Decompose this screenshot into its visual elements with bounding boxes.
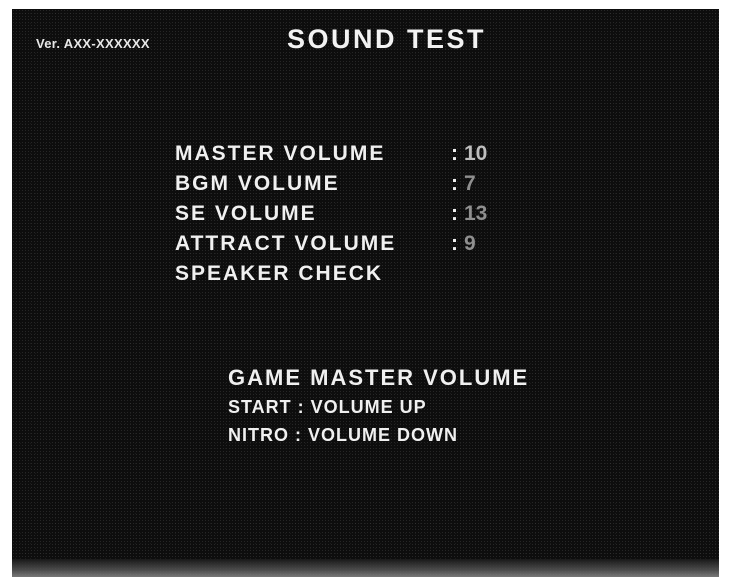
page-title: SOUND TEST: [287, 24, 487, 54]
menu-item-separator: :: [451, 142, 460, 165]
help-volume-up: START : VOLUME UP: [228, 397, 427, 417]
sound-test-screen: Ver. AXX-XXXXXX SOUND TEST MASTER VOLUME…: [12, 9, 719, 577]
help-panel: GAME MASTER VOLUME START : VOLUME UP NIT…: [228, 363, 529, 449]
menu-item-attract-volume[interactable]: ATTRACT VOLUME : 9: [175, 229, 476, 259]
menu-item-speaker-check[interactable]: SPEAKER CHECK: [175, 259, 445, 289]
bgm-volume-value: 7: [464, 172, 476, 195]
menu-item-label: MASTER VOLUME: [175, 142, 386, 165]
menu-item-separator: :: [451, 172, 460, 195]
sound-menu: MASTER VOLUME : 10 BGM VOLUME : 7 SE VOL…: [175, 139, 487, 289]
attract-volume-value: 9: [464, 232, 476, 255]
menu-item-label: BGM VOLUME: [175, 172, 340, 195]
master-volume-value: 10: [464, 142, 488, 165]
menu-item-master-volume[interactable]: MASTER VOLUME : 10: [175, 139, 487, 169]
version-label: Ver. AXX-XXXXXX: [36, 36, 150, 51]
menu-item-se-volume[interactable]: SE VOLUME : 13: [175, 199, 487, 229]
menu-item-bgm-volume[interactable]: BGM VOLUME : 7: [175, 169, 476, 199]
se-volume-value: 13: [464, 202, 488, 225]
menu-item-separator: :: [451, 202, 460, 225]
menu-item-separator: :: [451, 232, 460, 255]
help-volume-down: NITRO : VOLUME DOWN: [228, 425, 458, 445]
menu-item-label: SE VOLUME: [175, 202, 317, 225]
menu-item-label: SPEAKER CHECK: [175, 262, 384, 285]
menu-item-label: ATTRACT VOLUME: [175, 232, 397, 255]
bottom-band: [12, 559, 719, 577]
help-title: GAME MASTER VOLUME: [228, 365, 530, 390]
